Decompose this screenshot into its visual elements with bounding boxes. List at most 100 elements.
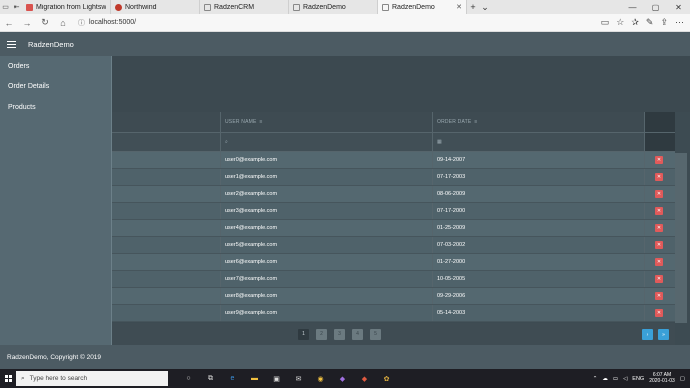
onedrive-icon[interactable]: ☁ xyxy=(602,376,608,382)
favorites-icon[interactable]: ✰ xyxy=(631,17,639,28)
page-button-3[interactable]: 3 xyxy=(334,328,345,340)
table-row[interactable]: user1@example.com 07-17-2003 ✕ xyxy=(112,169,675,186)
page-buttons: 12345 xyxy=(298,328,381,340)
browser-tab[interactable]: Northwind xyxy=(111,0,200,14)
windows-logo-icon xyxy=(4,375,12,382)
maximize-icon[interactable]: ▢ xyxy=(644,0,667,14)
user-name-filter[interactable]: ⌕ xyxy=(220,133,432,151)
store-icon[interactable]: ▣ xyxy=(270,373,283,384)
delete-row-button[interactable]: ✕ xyxy=(655,275,663,283)
table-row[interactable]: user0@example.com 09-14-2007 ✕ xyxy=(112,152,675,169)
row-actions: ✕ xyxy=(644,152,675,168)
user-name-cell: user2@example.com xyxy=(220,186,432,202)
delete-row-button[interactable]: ✕ xyxy=(655,292,663,300)
column-header-order-date[interactable]: ORDER DATE ≡ xyxy=(432,112,644,132)
last-page-button[interactable]: » xyxy=(658,329,669,340)
back-icon[interactable]: ← xyxy=(0,18,18,28)
table-row[interactable]: user8@example.com 09-29-2006 ✕ xyxy=(112,288,675,305)
row-actions: ✕ xyxy=(644,203,675,219)
sidebar-item-order-details[interactable]: Order Details xyxy=(0,77,111,98)
delete-row-button[interactable]: ✕ xyxy=(655,173,663,181)
tab-back-icon[interactable]: ⇤ xyxy=(11,0,22,14)
page-button-4[interactable]: 4 xyxy=(352,328,363,340)
table-row[interactable]: user5@example.com 07-03-2002 ✕ xyxy=(112,237,675,254)
visual-studio-icon[interactable]: ◆ xyxy=(336,373,349,384)
delete-row-button[interactable]: ✕ xyxy=(655,156,663,164)
row-spacer xyxy=(112,169,220,185)
home-icon[interactable]: ⌂ xyxy=(54,18,72,28)
app-header: RadzenDemo xyxy=(0,33,690,56)
mail-icon[interactable]: ✉ xyxy=(292,373,305,384)
browser-tab-active[interactable]: RadzenDemo ✕ xyxy=(378,0,467,14)
table-row[interactable]: user9@example.com 05-14-2003 ✕ xyxy=(112,305,675,322)
share-icon[interactable]: ⇪ xyxy=(660,17,668,28)
row-spacer xyxy=(112,203,220,219)
table-row[interactable]: user4@example.com 01-25-2009 ✕ xyxy=(112,220,675,237)
tab-title: RadzenDemo xyxy=(392,3,435,11)
grid-scrollbar[interactable] xyxy=(675,153,687,323)
order-date-cell: 01-27-2000 xyxy=(432,254,644,270)
close-tab-icon[interactable]: ✕ xyxy=(456,3,462,11)
page-button-5[interactable]: 5 xyxy=(370,328,381,340)
start-button[interactable] xyxy=(0,375,16,382)
delete-row-button[interactable]: ✕ xyxy=(655,190,663,198)
hamburger-menu-icon[interactable] xyxy=(7,41,16,48)
browser-tab[interactable]: RadzenCRM xyxy=(200,0,289,14)
column-header-user-name[interactable]: USER NAME ≡ xyxy=(220,112,432,132)
tray-chevron-icon[interactable]: ⌃ xyxy=(593,376,598,382)
table-row[interactable]: user6@example.com 01-27-2000 ✕ xyxy=(112,254,675,271)
delete-row-button[interactable]: ✕ xyxy=(655,309,663,317)
table-row[interactable]: user3@example.com 07-17-2000 ✕ xyxy=(112,203,675,220)
delete-row-button[interactable]: ✕ xyxy=(655,224,663,232)
table-row[interactable]: user2@example.com 08-06-2009 ✕ xyxy=(112,186,675,203)
forward-icon[interactable]: → xyxy=(18,18,36,28)
close-window-icon[interactable]: ✕ xyxy=(667,0,690,14)
sidebar-item-products[interactable]: Products xyxy=(0,97,111,118)
delete-row-button[interactable]: ✕ xyxy=(655,207,663,215)
order-date-cell: 09-29-2006 xyxy=(432,288,644,304)
tab-favicon-icon xyxy=(26,3,33,11)
browser-tab-bar: ▭ ⇤ Migration from Lightswitch Northwind… xyxy=(0,0,690,14)
page-button-1[interactable]: 1 xyxy=(298,328,309,340)
browser-tab[interactable]: Migration from Lightswitch xyxy=(22,0,111,14)
favorite-star-icon[interactable]: ☆ xyxy=(616,17,624,28)
main-content: USER NAME ≡ ORDER DATE ≡ ⌕ ▦ user0@examp… xyxy=(112,56,690,345)
table-row[interactable]: user7@example.com 10-05-2005 ✕ xyxy=(112,271,675,288)
minimize-icon[interactable]: — xyxy=(621,0,644,14)
filter-actions-spacer xyxy=(644,133,675,151)
volume-icon[interactable]: ◁ xyxy=(623,376,627,382)
delete-row-button[interactable]: ✕ xyxy=(655,258,663,266)
delete-row-button[interactable]: ✕ xyxy=(655,241,663,249)
taskbar-search-input[interactable]: ⌕ Type here to search xyxy=(16,371,168,386)
new-tab-icon[interactable]: + xyxy=(467,0,479,14)
cortana-icon[interactable]: ○ xyxy=(182,373,195,384)
page-button-2[interactable]: 2 xyxy=(316,328,327,340)
browser-tab[interactable]: RadzenDemo xyxy=(289,0,378,14)
language-indicator[interactable]: ENG xyxy=(632,376,644,382)
notifications-icon[interactable]: ▢ xyxy=(680,376,685,382)
site-info-icon[interactable]: ⓘ xyxy=(78,18,85,28)
reading-view-icon[interactable]: ▭ xyxy=(601,17,610,28)
file-explorer-icon[interactable]: ▬ xyxy=(248,373,261,384)
tab-actions-icon[interactable]: ▭ xyxy=(0,0,11,14)
task-view-icon[interactable]: ⧉ xyxy=(204,373,217,384)
more-icon[interactable]: ⋯ xyxy=(675,17,684,28)
url-field[interactable]: ⓘ localhost:5000/ xyxy=(78,18,588,28)
order-date-cell: 09-14-2007 xyxy=(432,152,644,168)
grid-body: user0@example.com 09-14-2007 ✕ user1@exampl… xyxy=(112,152,675,322)
tab-list-chevron-icon[interactable]: ⌄ xyxy=(479,0,491,14)
sidebar-item-orders[interactable]: Orders xyxy=(0,56,111,77)
edge-icon[interactable]: e xyxy=(226,373,239,384)
next-page-button[interactable]: › xyxy=(642,329,653,340)
pen-icon[interactable]: ✎ xyxy=(646,17,654,28)
sort-icon[interactable]: ≡ xyxy=(260,119,263,125)
app-icon-red[interactable]: ◆ xyxy=(358,373,371,384)
paint-icon[interactable]: ✿ xyxy=(380,373,393,384)
refresh-icon[interactable]: ↻ xyxy=(36,17,54,28)
network-icon[interactable]: ▭ xyxy=(613,376,618,382)
order-date-cell: 01-25-2009 xyxy=(432,220,644,236)
order-date-filter[interactable]: ▦ xyxy=(432,133,644,151)
chrome-icon[interactable]: ◉ xyxy=(314,373,327,384)
clock[interactable]: 6:07 AM 2020-01-03 xyxy=(649,372,675,385)
sort-icon[interactable]: ≡ xyxy=(474,119,477,125)
